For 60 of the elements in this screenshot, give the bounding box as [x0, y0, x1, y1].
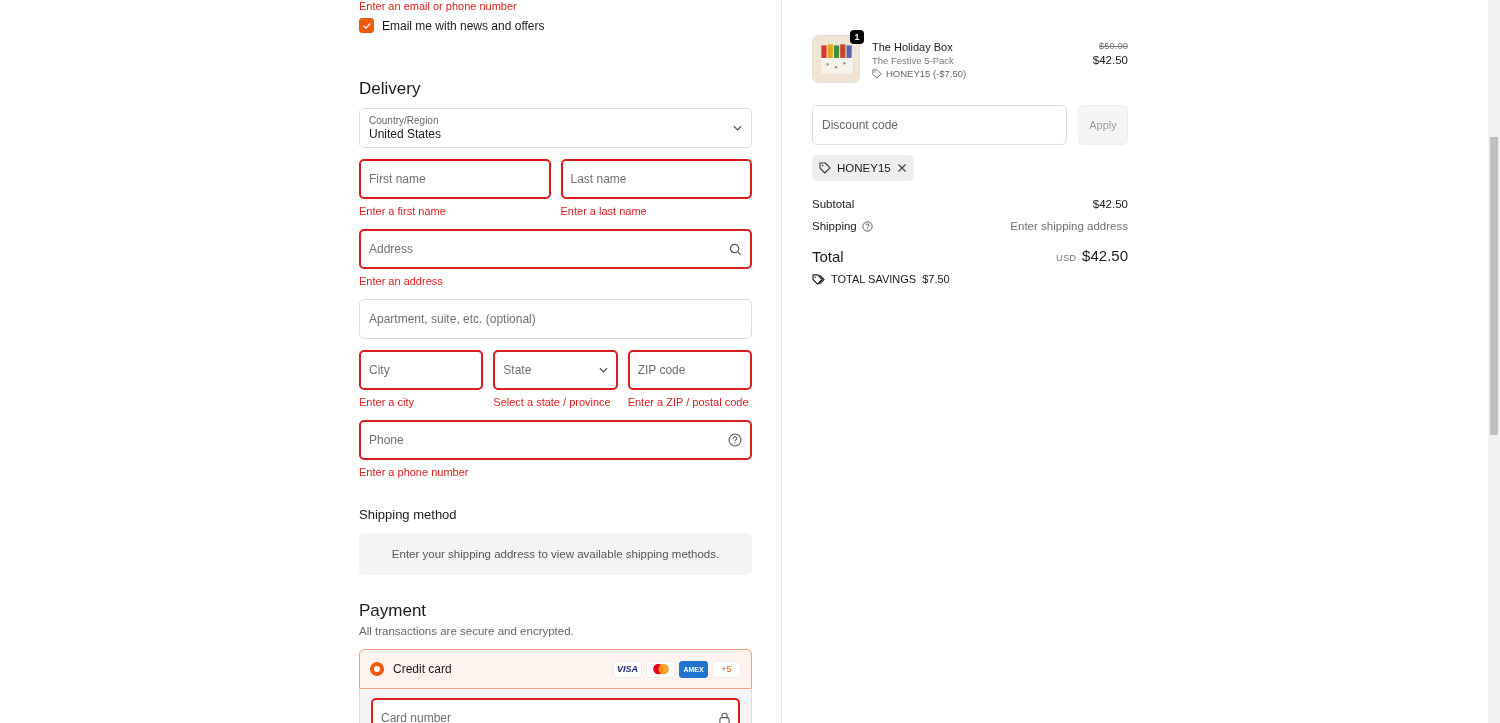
more-brands-badge: +5	[712, 660, 741, 678]
input-field[interactable]: Phone	[359, 420, 752, 460]
checkbox-label: Email me with news and offers	[382, 18, 545, 33]
subtotal-label: Subtotal	[812, 197, 855, 211]
checkbox[interactable]	[359, 18, 374, 33]
input-field[interactable]: City	[359, 350, 484, 390]
input-field[interactable]: Card number	[371, 698, 740, 723]
error-message: Enter an address	[359, 274, 444, 288]
info-message: Enter your shipping address to view available shipping methods.	[391, 548, 720, 560]
product-variant: The Festive 5-Pack	[872, 54, 955, 68]
price: $42.50	[1092, 53, 1128, 68]
total-value: $42.50	[1082, 249, 1128, 263]
scrollbar-thumb[interactable]	[1490, 137, 1498, 435]
savings-value: $7.50	[922, 273, 950, 285]
check-icon	[361, 20, 372, 31]
quantity-badge: 1	[850, 30, 864, 44]
mastercard-logo	[646, 660, 675, 678]
section-title: Shipping method	[359, 507, 458, 523]
error-message: Enter an email or phone number	[359, 0, 518, 12]
help-icon[interactable]	[861, 220, 873, 232]
scrollbar[interactable]	[1488, 0, 1500, 723]
section-title: Delivery	[359, 78, 422, 100]
shipping-value: Enter shipping address	[1010, 219, 1128, 233]
select-field[interactable]: State	[493, 350, 618, 390]
search-icon	[729, 242, 742, 256]
lock-icon	[719, 711, 730, 723]
chevron-down-icon	[598, 367, 608, 373]
input-field[interactable]: Address	[359, 229, 752, 269]
input-field[interactable]: Apartment, suite, etc. (optional)	[359, 299, 752, 339]
tag-icon	[819, 162, 831, 174]
input-field[interactable]: First name	[359, 159, 551, 199]
discount-code: HONEY15	[837, 162, 891, 174]
select-field[interactable]: Country/Region United States	[359, 108, 752, 148]
error-message: Enter a last name	[560, 204, 648, 218]
section-subtitle: All transactions are secure and encrypted.	[359, 625, 575, 637]
section-title: Payment	[359, 600, 428, 622]
discount-label: HONEY15 (-$7.50)	[886, 68, 967, 79]
chevron-down-icon	[733, 125, 742, 131]
discount-code-field[interactable]: Discount code	[812, 105, 1067, 145]
shipping-label: Shipping	[812, 219, 857, 233]
error-message: Enter a ZIP / postal code	[627, 395, 750, 409]
total-label: Total	[812, 250, 844, 264]
error-message: Select a state / province	[493, 395, 612, 409]
error-message: Enter a city	[359, 395, 416, 409]
input-field[interactable]: Last name	[560, 159, 752, 199]
tags-icon	[812, 273, 825, 285]
visa-logo: VISA	[613, 660, 642, 678]
product-name: The Holiday Box	[872, 40, 954, 54]
original-price: $50.00	[1097, 40, 1128, 52]
close-icon[interactable]	[896, 163, 907, 173]
currency-code: USD	[1056, 251, 1077, 265]
tag-icon	[872, 68, 882, 79]
error-message: Enter a first name	[359, 204, 447, 218]
payment-method-label: Credit card	[393, 662, 453, 676]
savings-label: TOTAL SAVINGS	[831, 273, 917, 285]
subtotal-value: $42.50	[1092, 197, 1128, 211]
help-icon	[728, 433, 742, 447]
input-field[interactable]: ZIP code	[627, 350, 752, 390]
error-message: Enter a phone number	[359, 465, 470, 479]
radio-button[interactable]	[370, 662, 384, 676]
